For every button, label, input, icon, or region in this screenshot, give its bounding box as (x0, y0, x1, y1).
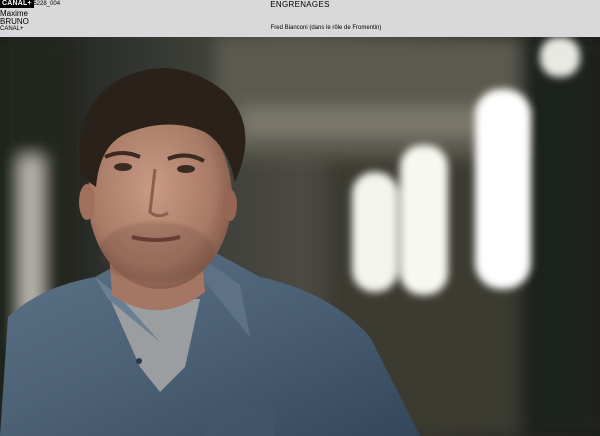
header-strip: CANAL+ 05228_004 Maxime BRUNO CANAL+ ENG… (0, 0, 600, 37)
channel-label: CANAL+ (0, 26, 24, 32)
photographer-last-name: BRUNO (0, 17, 29, 26)
photo-reference: 05228_004 (30, 1, 61, 7)
portrait-photo (0, 37, 600, 436)
photo-caption: Fred Bianconi (dans le rôle de Fromentin… (270, 25, 382, 31)
portrait-illustration (0, 37, 600, 436)
right-eye (177, 165, 195, 173)
canal-plus-logo: CANAL+ (0, 0, 34, 8)
series-title: ENGRENAGES (270, 0, 330, 9)
left-eye (114, 163, 132, 171)
